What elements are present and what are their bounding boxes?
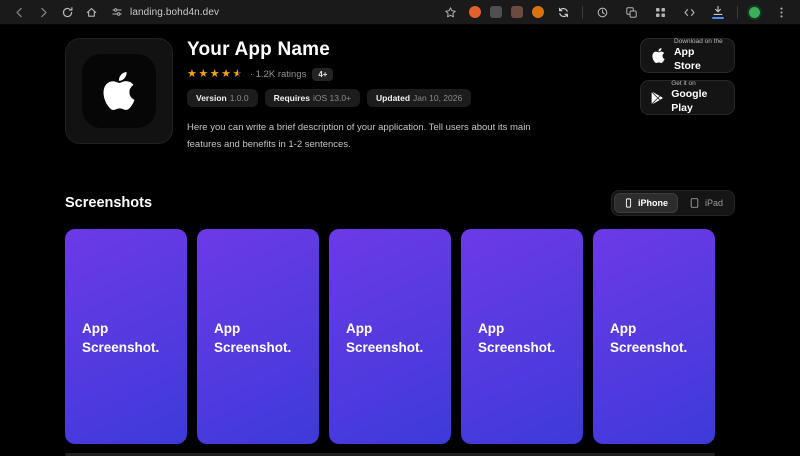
app-description: Here you can write a brief description o… — [187, 119, 545, 153]
home-icon — [85, 6, 98, 19]
google-play-button[interactable]: Get it on Google Play — [640, 80, 735, 115]
download-icon — [712, 5, 724, 19]
screenshot-card-3[interactable]: AppScreenshot. — [329, 229, 451, 444]
history-button[interactable] — [592, 2, 612, 22]
google-play-icon — [651, 91, 663, 105]
apps-grid-icon — [654, 6, 667, 19]
store-button-name: Google Play — [671, 88, 724, 114]
bookmark-button[interactable] — [440, 2, 460, 22]
screenshots-heading: Screenshots — [65, 195, 152, 211]
apple-logo-icon — [100, 72, 138, 110]
rating-row: ★★★★★ · 1.2K ratings 4+ — [187, 68, 640, 81]
site-settings-icon — [111, 6, 123, 18]
toolbar-right-cluster — [440, 2, 791, 22]
extension-loop-button[interactable] — [553, 2, 573, 22]
carousel-scrollbar[interactable] — [65, 453, 715, 456]
devtools-button[interactable] — [679, 2, 699, 22]
apps-grid-button[interactable] — [650, 2, 670, 22]
extension-gray-icon[interactable] — [490, 6, 502, 18]
half-star-icon: ★ — [232, 68, 243, 80]
device-toggle: iPhone iPad — [611, 190, 735, 216]
code-brackets-icon — [683, 6, 696, 19]
app-icon-card — [65, 38, 173, 144]
app-header: Your App Name ★★★★★ · 1.2K ratings 4+ Ve… — [65, 38, 735, 163]
app-info: Your App Name ★★★★★ · 1.2K ratings 4+ Ve… — [187, 38, 640, 163]
meta-badges: Version1.0.0 RequiresiOS 13.0+ UpdatedJa… — [187, 89, 640, 107]
kebab-menu-icon — [775, 6, 788, 19]
reload-button[interactable] — [57, 2, 77, 22]
toggle-ipad[interactable]: iPad — [680, 194, 732, 212]
back-button[interactable] — [9, 2, 29, 22]
toggle-ipad-label: iPad — [705, 198, 723, 208]
screenshot-card-5[interactable]: AppScreenshot. — [593, 229, 715, 444]
screenshots-carousel: AppScreenshot. AppScreenshot. AppScreens… — [65, 229, 735, 444]
app-landing-page: Your App Name ★★★★★ · 1.2K ratings 4+ Ve… — [0, 25, 800, 456]
updated-badge: UpdatedJan 10, 2026 — [367, 89, 471, 107]
address-bar[interactable]: landing.bohd4n.dev — [111, 6, 436, 18]
reload-icon — [61, 6, 74, 19]
browser-toolbar: landing.bohd4n.dev — [0, 0, 800, 25]
store-button-name: App Store — [674, 46, 724, 72]
history-clock-icon — [596, 6, 609, 19]
downloads-button[interactable] — [708, 2, 728, 22]
extension-flame-icon[interactable] — [469, 6, 481, 18]
ratings-count: · 1.2K ratings — [250, 69, 307, 80]
store-buttons: Download on the App Store Get it on Goog… — [640, 38, 735, 115]
profile-avatar[interactable] — [747, 5, 762, 20]
back-icon — [13, 6, 26, 19]
age-rating-badge: 4+ — [312, 68, 333, 81]
translate-icon — [625, 6, 638, 19]
store-button-tagline: Get it on — [671, 80, 724, 88]
ipad-icon — [689, 197, 700, 209]
translate-button[interactable] — [621, 2, 641, 22]
forward-icon — [37, 6, 50, 19]
screenshot-card-2[interactable]: AppScreenshot. — [197, 229, 319, 444]
app-title: Your App Name — [187, 39, 640, 61]
browser-menu-button[interactable] — [771, 2, 791, 22]
apple-icon — [651, 48, 666, 63]
app-store-button[interactable]: Download on the App Store — [640, 38, 735, 73]
screenshots-header: Screenshots iPhone iPad — [65, 190, 735, 216]
home-button[interactable] — [81, 2, 101, 22]
toolbar-divider — [737, 6, 738, 19]
screenshot-card-1[interactable]: AppScreenshot. — [65, 229, 187, 444]
screenshot-card-4[interactable]: AppScreenshot. — [461, 229, 583, 444]
version-badge: Version1.0.0 — [187, 89, 258, 107]
requires-badge: RequiresiOS 13.0+ — [265, 89, 360, 107]
toolbar-divider — [582, 6, 583, 19]
toggle-iphone-label: iPhone — [638, 198, 668, 208]
extension-brown-icon[interactable] — [511, 6, 523, 18]
forward-button[interactable] — [33, 2, 53, 22]
store-button-tagline: Download on the — [674, 38, 724, 46]
extension-orange-icon[interactable] — [532, 6, 544, 18]
extension-loop-icon — [557, 6, 570, 19]
app-icon — [82, 54, 156, 128]
bookmark-star-icon — [444, 6, 457, 19]
url-text: landing.bohd4n.dev — [130, 7, 219, 18]
toggle-iphone[interactable]: iPhone — [614, 193, 678, 213]
iphone-icon — [624, 197, 633, 209]
star-rating: ★★★★★ — [187, 69, 244, 80]
